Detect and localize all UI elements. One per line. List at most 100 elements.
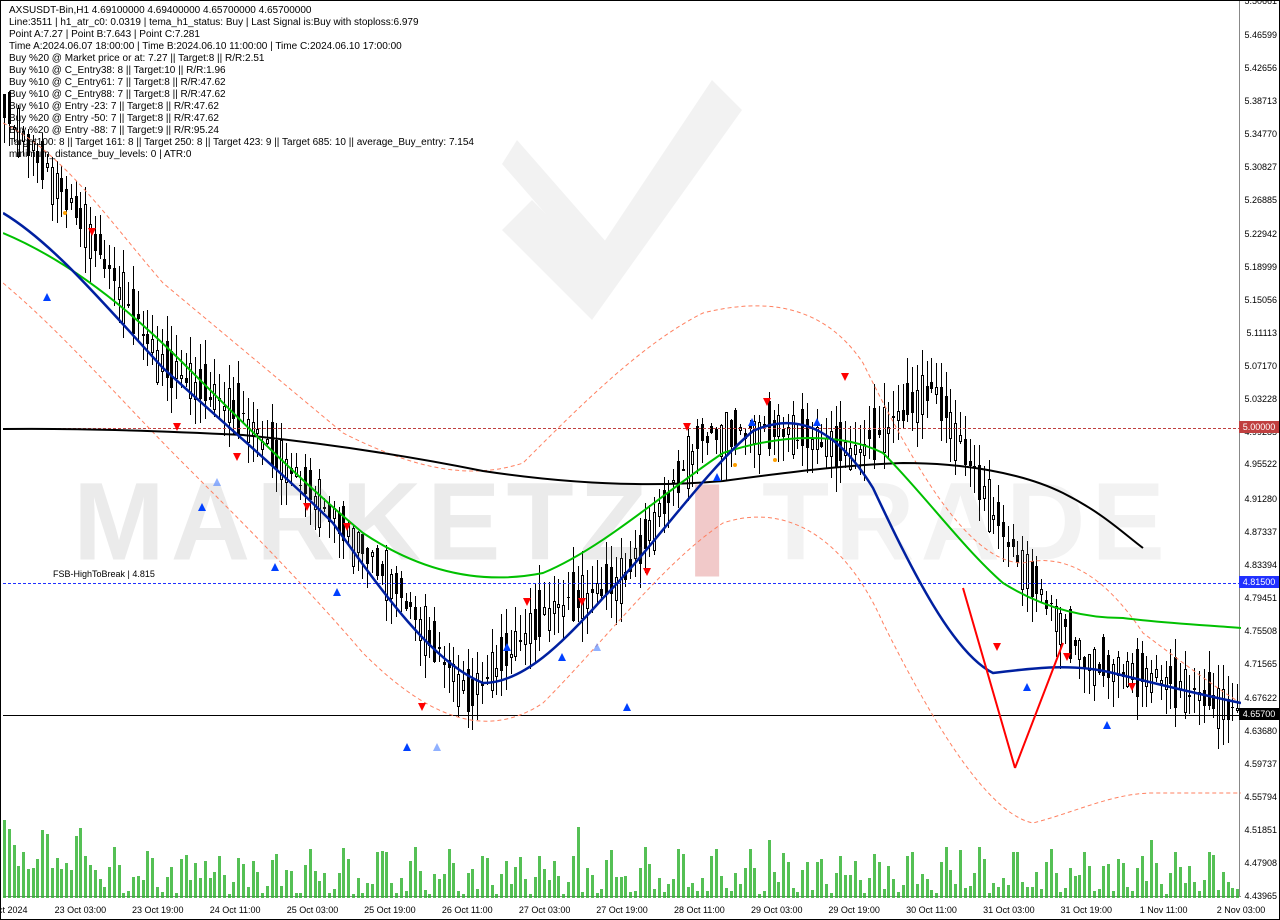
volume-bar: [419, 871, 422, 898]
volume-bar: [988, 893, 991, 898]
volume-bar: [103, 887, 106, 898]
y-tick: 4.71565: [1244, 659, 1277, 669]
volume-bar: [166, 877, 169, 898]
y-tick: 4.59737: [1244, 759, 1277, 769]
volume-bar: [868, 878, 871, 898]
y-tick: 5.11113: [1246, 328, 1277, 338]
signal-buy-arrow-icon: [503, 643, 511, 651]
volume-bar: [94, 870, 97, 898]
volume-bar: [581, 892, 584, 898]
signal-buy-arrow-icon: [198, 503, 206, 511]
volume-bar: [170, 867, 173, 898]
volume-bar: [223, 875, 226, 898]
volume-bar: [577, 827, 580, 898]
volume-bar: [261, 893, 264, 898]
volume-bar: [825, 884, 828, 898]
volume-bar: [839, 856, 842, 898]
volume-bar: [978, 847, 981, 898]
volume-bar: [438, 879, 441, 898]
volume-bar: [629, 892, 632, 898]
volume-bar: [151, 858, 154, 898]
volume-bar: [266, 886, 269, 898]
volume-bar: [949, 870, 952, 898]
volume-bar: [983, 859, 986, 898]
signal-sell-arrow-icon: [763, 398, 771, 406]
volume-bar: [204, 861, 207, 898]
signal-sell-arrow-icon: [303, 503, 311, 511]
volume-bar: [1212, 855, 1215, 898]
volume-bar: [591, 875, 594, 898]
volume-bar: [400, 878, 403, 898]
volume-bar: [749, 849, 752, 898]
volume-bar: [357, 878, 360, 898]
fsb-label: FSB-HighToBreak | 4.815: [53, 569, 155, 579]
volume-bar: [46, 834, 49, 898]
volume-bar: [247, 887, 250, 898]
x-tick: 23 Oct 19:00: [132, 905, 184, 915]
watermark-text: MARKETZ TRADE: [73, 459, 1171, 586]
volume-bar: [548, 880, 551, 898]
info-line-8: Buy %20 @ Entry -50: 7 || Target:8 || R/…: [9, 113, 219, 124]
signal-sell-arrow-icon: [1063, 653, 1071, 661]
volume-bar: [610, 850, 613, 898]
volume-bar: [1227, 882, 1230, 898]
volume-bar: [567, 882, 570, 898]
volume-bar: [1088, 866, 1091, 898]
volume-bar: [309, 849, 312, 898]
volume-bar: [878, 862, 881, 898]
volume-bar: [338, 873, 341, 898]
volume-bar: [615, 877, 618, 898]
volume-bar: [113, 847, 116, 898]
volume-bar: [495, 894, 498, 898]
x-tick: 29 Oct 19:00: [828, 905, 880, 915]
x-tick: 24 Oct 11:00: [210, 905, 261, 915]
volume-bar: [405, 891, 408, 898]
volume-bar: [218, 856, 221, 898]
signal-buy-arrow-icon: [271, 563, 279, 571]
volume-bar: [433, 874, 436, 898]
volume-bar: [13, 845, 16, 898]
volume-bar: [964, 888, 967, 898]
volume-bar: [725, 888, 728, 898]
volume-bar: [75, 836, 78, 898]
volume-bar: [381, 851, 384, 898]
volume-bar: [361, 893, 364, 898]
x-tick: 31 Oct 03:00: [983, 905, 1035, 915]
volume-bar: [600, 889, 603, 898]
volume-bar: [701, 878, 704, 899]
volume-bar: [940, 862, 943, 898]
volume-bar: [1055, 873, 1058, 898]
y-tick: 5.07170: [1244, 361, 1277, 371]
volume-bar: [921, 874, 924, 898]
volume-bar: [1098, 889, 1101, 898]
volume-bar: [586, 868, 589, 898]
volume-bar: [89, 865, 92, 898]
volume-bar: [510, 884, 513, 898]
volume-bar: [452, 863, 455, 898]
volume-bar: [1184, 883, 1187, 898]
y-tick: 4.91280: [1244, 494, 1277, 504]
volume-bar: [519, 857, 522, 898]
volume-bar: [1145, 881, 1148, 898]
signal-sell-arrow-icon: [523, 598, 531, 606]
volume-bar: [954, 884, 957, 898]
signal-buy-arrow-icon: [1023, 683, 1031, 691]
volume-bar: [228, 894, 231, 898]
volume-bar: [1136, 868, 1139, 898]
y-tick: 5.26885: [1244, 195, 1277, 205]
signal-sell-arrow-icon: [233, 453, 241, 461]
volume-bar: [902, 885, 905, 898]
signal-sell-arrow-icon: [1128, 683, 1136, 691]
volume-bar: [1160, 884, 1163, 898]
volume-bar: [906, 856, 909, 898]
volume-bar: [333, 889, 336, 898]
volume-bar: [290, 871, 293, 898]
x-tick: 2 Nov 03:00: [1217, 905, 1266, 915]
y-tick: 5.34770: [1244, 129, 1277, 139]
volume-bar: [1112, 891, 1115, 898]
volume-bar: [801, 870, 804, 898]
x-tick: 26 Oct 11:00: [442, 905, 493, 915]
volume-bar: [371, 884, 374, 898]
volume-bar: [1045, 862, 1048, 898]
plot-area[interactable]: MARKETZ TRADE AXSUSDT-Bin,H1 4.69100000 …: [3, 3, 1241, 898]
